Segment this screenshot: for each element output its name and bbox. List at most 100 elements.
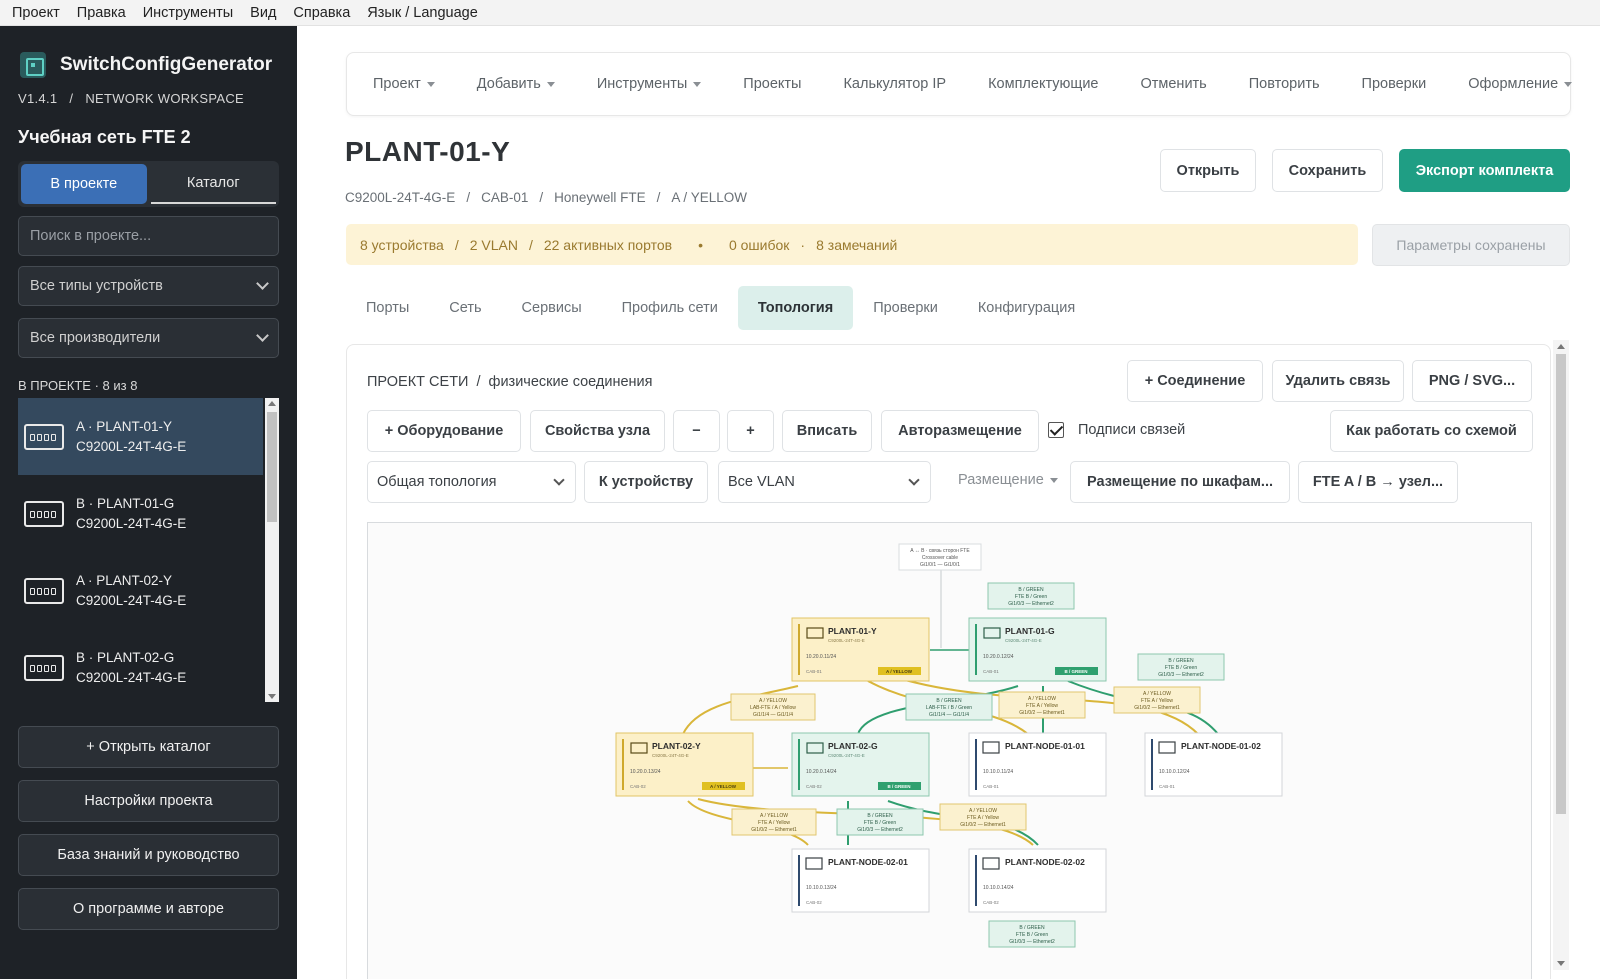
add-equipment-button[interactable]: + Оборудование: [367, 410, 521, 452]
nav-project[interactable]: Проект: [373, 76, 435, 92]
node-plant-node-02-01[interactable]: PLANT-NODE-02-01 10.10.0.13/24 CAB-02: [791, 848, 930, 913]
node-plant-node-01-01[interactable]: PLANT-NODE-01-01 10.10.0.11/24 CAB-01: [968, 732, 1107, 797]
to-device-button[interactable]: К устройству: [584, 461, 708, 503]
topology-canvas[interactable]: A ↔ B · связь сторон FTE Crossover cable…: [367, 522, 1532, 979]
open-button[interactable]: Открыть: [1160, 149, 1256, 192]
scroll-up-icon[interactable]: [1557, 344, 1565, 349]
link-label[interactable]: A / YELLOW LAB-FTE / A / Yellow Gi1/1/4 …: [730, 693, 816, 721]
device-name: A · PLANT-01-Y: [76, 418, 173, 434]
list-item[interactable]: B · PLANT-02-G C9200L-24T-4G-E: [18, 629, 263, 702]
list-item[interactable]: A · PLANT-02-Y C9200L-24T-4G-E: [18, 552, 263, 629]
link-label[interactable]: B / GREEN FTE B / Green Gi1/0/3 — Ethern…: [836, 808, 924, 836]
svg-text:B / GREEN: B / GREEN: [1168, 658, 1194, 664]
link-label[interactable]: A / YELLOW FTE A / Yellow Gi1/0/2 — Ethe…: [939, 803, 1027, 831]
main-scrollbar[interactable]: [1553, 340, 1569, 970]
chevron-down-icon: [553, 474, 565, 486]
save-button[interactable]: Сохранить: [1272, 149, 1383, 192]
scroll-down-icon[interactable]: [268, 694, 276, 699]
zoom-out-button[interactable]: −: [673, 410, 720, 452]
link-label[interactable]: B / GREEN LAB-FTE / B / Green Gi1/1/4 — …: [905, 693, 993, 721]
svg-text:FTE A / Yellow: FTE A / Yellow: [1026, 703, 1058, 709]
about-button[interactable]: О программе и авторе: [18, 888, 279, 930]
open-catalog-button[interactable]: + Открыть каталог: [18, 726, 279, 768]
link-label[interactable]: B / GREEN FTE B / Green Gi1/0/3 — Ethern…: [987, 582, 1075, 610]
nav-redo[interactable]: Повторить: [1249, 76, 1320, 92]
node-plant-node-02-02[interactable]: PLANT-NODE-02-02 10.10.0.14/24 CAB-02: [968, 848, 1107, 913]
menu-help[interactable]: Справка: [293, 5, 350, 21]
device-type-select[interactable]: Все типы устройств: [18, 266, 279, 306]
vlan-select[interactable]: Все VLAN: [718, 461, 931, 503]
vendor-select[interactable]: Все производители: [18, 318, 279, 358]
node-plant-02-y[interactable]: PLANT-02-Y C9200L-24T-4G-E 10.20.0.13/24…: [615, 732, 754, 797]
link-label[interactable]: B / GREEN FTE B / Green Gi1/0/3 — Ethern…: [1137, 653, 1225, 681]
nav-tools[interactable]: Инструменты: [597, 76, 702, 92]
nav-components[interactable]: Комплектующие: [988, 76, 1098, 92]
tab-configuration[interactable]: Конфигурация: [958, 286, 1095, 330]
menu-project[interactable]: Проект: [12, 5, 60, 21]
segment-in-project[interactable]: В проекте: [21, 164, 147, 204]
link-label[interactable]: B / GREEN FTE B / Green Gi1/0/3 — Ethern…: [988, 920, 1076, 948]
menu-language[interactable]: Язык / Language: [367, 5, 478, 21]
svg-text:C9200L-24T-4G-E: C9200L-24T-4G-E: [828, 638, 865, 643]
nav-ip-calculator[interactable]: Калькулятор IP: [843, 76, 946, 92]
list-item[interactable]: B · PLANT-01-G C9200L-24T-4G-E: [18, 475, 263, 552]
tab-network-profile[interactable]: Профиль сети: [602, 286, 738, 330]
segment-catalog[interactable]: Каталог: [150, 164, 276, 204]
scrollbar-thumb[interactable]: [267, 412, 277, 522]
zoom-in-button[interactable]: +: [727, 410, 774, 452]
tab-ports[interactable]: Порты: [346, 286, 429, 330]
placement-menu[interactable]: Размещение: [958, 472, 1058, 488]
link-label[interactable]: A / YELLOW FTE A / Yellow Gi1/0/2 — Ethe…: [998, 691, 1086, 719]
nav-projects[interactable]: Проекты: [743, 76, 801, 92]
project-settings-button[interactable]: Настройки проекта: [18, 780, 279, 822]
how-to-button[interactable]: Как работать со схемой: [1330, 410, 1533, 452]
link-label[interactable]: A / YELLOW FTE A / Yellow Gi1/0/2 — Ethe…: [731, 808, 817, 836]
svg-text:B / GREEN: B / GREEN: [1018, 587, 1044, 593]
node-plant-node-01-02[interactable]: PLANT-NODE-01-02 10.10.0.12/24 CAB-01: [1144, 732, 1283, 797]
app-name: SwitchConfigGenerator: [60, 54, 273, 75]
node-plant-01-g[interactable]: PLANT-01-G C9200L-24T-4G-E 10.20.0.12/24…: [968, 617, 1107, 682]
node-plant-01-y[interactable]: PLANT-01-Y C9200L-24T-4G-E 10.20.0.11/24…: [791, 617, 930, 682]
device-list-scrollbar[interactable]: [265, 398, 279, 702]
knowledge-base-button[interactable]: База знаний и руководство: [18, 834, 279, 876]
caret-down-icon: [693, 81, 702, 87]
node-plant-02-g[interactable]: PLANT-02-G C9200L-24T-4G-E 10.20.0.14/24…: [791, 732, 930, 797]
tab-checks[interactable]: Проверки: [853, 286, 958, 330]
nav-checks[interactable]: Проверки: [1362, 76, 1427, 92]
nav-add[interactable]: Добавить: [477, 76, 555, 92]
tab-topology[interactable]: Топология: [737, 286, 854, 330]
status-errors: 0 ошибок: [728, 236, 790, 253]
scroll-up-icon[interactable]: [268, 401, 276, 406]
svg-text:10.20.0.14/24: 10.20.0.14/24: [806, 769, 837, 775]
crossover-label-line1: A ↔ B · связь сторон FTE: [910, 548, 970, 554]
svg-text:B / GREEN: B / GREEN: [1064, 669, 1087, 674]
export-kit-button[interactable]: Экспорт комплекта: [1399, 149, 1570, 192]
link-labels-checkbox[interactable]: [1048, 422, 1064, 438]
settings-saved-button[interactable]: Параметры сохранены: [1372, 224, 1570, 266]
node-properties-button[interactable]: Свойства узла: [530, 410, 665, 452]
export-image-button[interactable]: PNG / SVG...: [1412, 360, 1532, 402]
tab-network[interactable]: Сеть: [429, 286, 501, 330]
link-labels-toggle[interactable]: Подписи связей: [1048, 422, 1185, 438]
scroll-down-icon[interactable]: [1557, 961, 1565, 966]
menu-tools[interactable]: Инструменты: [143, 5, 233, 21]
list-item[interactable]: A · PLANT-01-Y C9200L-24T-4G-E: [18, 398, 263, 475]
nav-design[interactable]: Оформление: [1468, 76, 1573, 92]
svg-text:CAB-02: CAB-02: [806, 900, 822, 905]
nav-undo[interactable]: Отменить: [1140, 76, 1206, 92]
caret-down-icon: [1049, 477, 1058, 483]
auto-layout-button[interactable]: Авторазмещение: [881, 410, 1039, 452]
cabinet-layout-button[interactable]: Размещение по шкафам...: [1070, 461, 1290, 503]
fte-node-button[interactable]: FTE A / B → узел...: [1298, 461, 1458, 503]
menu-edit[interactable]: Правка: [77, 5, 126, 21]
brand: SwitchConfigGenerator: [20, 52, 272, 78]
scrollbar-thumb[interactable]: [1556, 354, 1566, 814]
project-search-input[interactable]: Поиск в проекте...: [18, 216, 279, 256]
add-link-button[interactable]: + Соединение: [1127, 360, 1263, 402]
fit-button[interactable]: Вписать: [782, 410, 872, 452]
menu-view[interactable]: Вид: [250, 5, 276, 21]
link-label[interactable]: A / YELLOW FTE A / Yellow Gi1/0/2 — Ethe…: [1113, 686, 1201, 714]
delete-link-button[interactable]: Удалить связь: [1272, 360, 1404, 402]
tab-services[interactable]: Сервисы: [502, 286, 602, 330]
topology-view-select[interactable]: Общая топология: [367, 461, 576, 503]
